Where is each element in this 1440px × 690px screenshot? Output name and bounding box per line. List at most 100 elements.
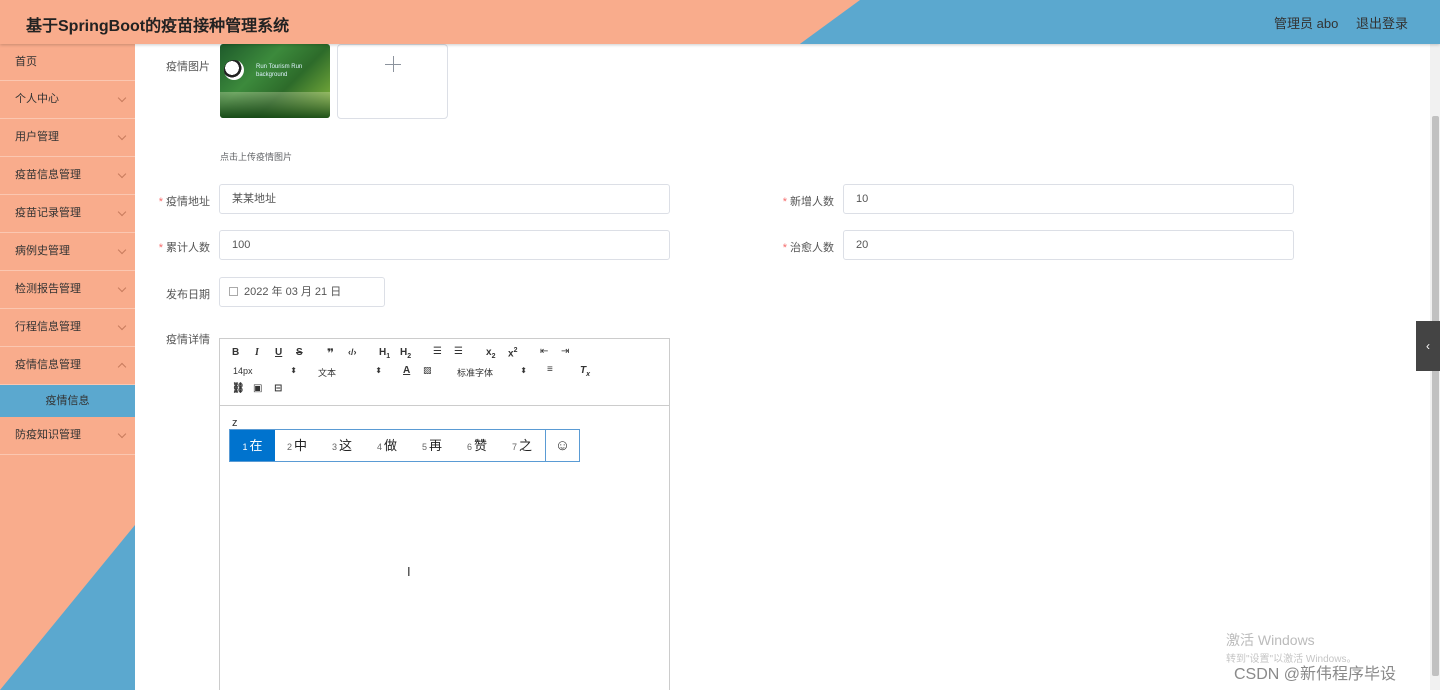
logout-link[interactable]: 退出登录 xyxy=(1356,16,1408,31)
sidebar-item-label: 行程信息管理 xyxy=(15,321,81,333)
sidebar-item-vaccine-info[interactable]: 疫苗信息管理 xyxy=(0,157,135,195)
bullet-list-icon[interactable]: ☰ xyxy=(454,346,463,357)
windows-activation-title: 激活 Windows xyxy=(1226,632,1315,648)
address-input[interactable]: 某某地址 xyxy=(219,184,670,214)
ime-candidate[interactable]: 7之 xyxy=(512,430,532,461)
cured-count-input[interactable]: 20 xyxy=(843,230,1294,260)
sidebar-item-label: 疫苗记录管理 xyxy=(15,207,81,219)
sidebar-item-home[interactable]: 首页 xyxy=(0,44,135,81)
required-asterisk: * xyxy=(158,242,163,254)
sidebar-item-trip-info[interactable]: 行程信息管理 xyxy=(0,309,135,347)
sidebar-subitem-epidemic[interactable]: 疫情信息 xyxy=(0,385,135,417)
video-icon[interactable]: ⊟ xyxy=(274,383,282,394)
link-icon[interactable]: ⛓ xyxy=(232,383,245,394)
upload-tip: 点击上传疫情图片 xyxy=(220,152,293,162)
heading2-icon[interactable]: H2 xyxy=(400,347,411,360)
chevron-down-icon xyxy=(117,321,127,331)
paragraph-select[interactable]: 文本 ⬍ xyxy=(318,366,382,379)
outdent-icon[interactable]: ⇤ xyxy=(540,346,548,357)
total-count-label: * 累计人数 xyxy=(150,239,210,255)
image-upload-button[interactable] xyxy=(337,44,448,119)
ime-candidate-char: 中 xyxy=(294,438,308,453)
italic-icon[interactable]: I xyxy=(255,347,259,358)
align-icon[interactable]: ≡ xyxy=(547,364,553,375)
ime-candidate[interactable]: 4做 xyxy=(377,430,397,461)
chevron-up-icon xyxy=(117,362,127,372)
chevron-left-icon: ‹ xyxy=(1426,339,1430,353)
image-icon[interactable]: ▣ xyxy=(253,383,262,394)
font-size-value: 14px xyxy=(233,366,253,376)
ime-candidate-char: 赞 xyxy=(474,438,488,453)
sidebar-item-case-history[interactable]: 病例史管理 xyxy=(0,233,135,271)
heading1-icon[interactable]: H1 xyxy=(379,347,390,360)
sidebar-item-test-report[interactable]: 检测报告管理 xyxy=(0,271,135,309)
detail-label: 疫情详情 xyxy=(166,334,210,346)
soccer-ball-graphic xyxy=(224,60,244,80)
select-arrow-icon: ⬍ xyxy=(520,366,527,375)
ime-candidate[interactable]: 5再 xyxy=(422,430,442,461)
clear-format-icon[interactable]: Tx xyxy=(580,365,590,378)
sidebar-item-vaccine-record[interactable]: 疫苗记录管理 xyxy=(0,195,135,233)
select-arrow-icon: ⬍ xyxy=(375,366,382,375)
cured-count-label-text: 治愈人数 xyxy=(790,242,834,254)
chevron-down-icon xyxy=(117,169,127,179)
blockquote-icon[interactable]: ❞ xyxy=(327,346,334,360)
background-color-icon[interactable]: ▨ xyxy=(423,365,432,376)
sidebar-item-personal-center[interactable]: 个人中心 xyxy=(0,81,135,119)
code-block-icon[interactable]: ‹/› xyxy=(348,347,357,357)
ime-candidate-number: 3 xyxy=(332,442,338,452)
paragraph-value: 文本 xyxy=(318,368,337,378)
sidebar-item-label: 疫苗信息管理 xyxy=(15,169,81,181)
font-size-select[interactable]: 14px ⬍ xyxy=(233,366,297,376)
ime-candidate-bar: 1在 2中 3这 4做 5再 6赞 7之 ☺ xyxy=(229,429,580,462)
ime-candidate-char: 再 xyxy=(429,438,443,453)
sidebar-item-label: 检测报告管理 xyxy=(15,283,81,295)
font-color-icon[interactable]: A xyxy=(403,365,410,376)
required-asterisk: * xyxy=(158,196,163,208)
total-count-input[interactable]: 100 xyxy=(219,230,670,260)
typed-text: z xyxy=(232,417,238,429)
subscript-icon[interactable]: x2 xyxy=(486,347,495,360)
address-label-text: 疫情地址 xyxy=(166,196,210,208)
ime-candidate[interactable]: 1在 xyxy=(230,430,275,461)
editor-toolbar: B I U S ❞ ‹/› H1 H2 ☰ ☰ x2 x2 ⇤ ⇥ 14px ⬍ … xyxy=(220,339,669,406)
ime-candidate[interactable]: 3这 xyxy=(332,430,352,461)
sidebar: 首页 个人中心 用户管理 疫苗信息管理 疫苗记录管理 病例史管理 检测报告管理 … xyxy=(0,44,135,690)
ime-candidate-char: 这 xyxy=(339,438,353,453)
ime-candidate-char: 在 xyxy=(249,438,263,453)
chevron-down-icon xyxy=(117,283,127,293)
sidebar-item-user-management[interactable]: 用户管理 xyxy=(0,119,135,157)
ime-candidate-number: 2 xyxy=(287,442,293,452)
chevron-down-icon xyxy=(117,429,127,439)
uploaded-image-thumbnail[interactable]: Run Tourism Run background xyxy=(220,44,330,118)
ime-candidate-number: 1 xyxy=(242,442,248,452)
sidebar-item-epidemic-info[interactable]: 疫情信息管理 xyxy=(0,347,135,385)
emoji-icon[interactable]: ☺ xyxy=(545,430,579,461)
indent-icon[interactable]: ⇥ xyxy=(561,346,569,357)
publish-date-picker[interactable]: 2022 年 03 月 21 日 xyxy=(219,277,385,307)
thumb-caption-2: background xyxy=(256,72,288,78)
ime-candidate-number: 5 xyxy=(422,442,428,452)
ordered-list-icon[interactable]: ☰ xyxy=(433,346,442,357)
chevron-down-icon xyxy=(117,131,127,141)
text-cursor-icon: I xyxy=(407,564,411,579)
font-family-select[interactable]: 标准字体 ⬍ xyxy=(457,366,527,379)
ime-candidate-number: 6 xyxy=(467,442,473,452)
sidebar-item-label: 防疫知识管理 xyxy=(15,429,81,441)
calendar-icon xyxy=(229,287,238,296)
header-user-area: 管理员 abo 退出登录 xyxy=(1260,13,1408,32)
superscript-icon[interactable]: x2 xyxy=(508,347,517,359)
ime-candidate-number: 7 xyxy=(512,442,518,452)
strikethrough-icon[interactable]: S xyxy=(296,347,303,358)
ime-candidate[interactable]: 2中 xyxy=(287,430,307,461)
sidebar-item-prevention-knowledge[interactable]: 防疫知识管理 xyxy=(0,417,135,455)
underline-icon[interactable]: U xyxy=(275,347,282,358)
bold-icon[interactable]: B xyxy=(232,347,239,358)
ime-candidate[interactable]: 6赞 xyxy=(467,430,487,461)
app-title: 基于SpringBoot的疫苗接种管理系统 xyxy=(26,18,290,35)
sidebar-item-label: 疫情信息管理 xyxy=(15,359,81,371)
new-count-input[interactable]: 10 xyxy=(843,184,1294,214)
scrollbar-thumb[interactable] xyxy=(1432,116,1439,676)
current-user-label[interactable]: 管理员 abo xyxy=(1274,16,1338,31)
collapse-panel-button[interactable]: ‹ xyxy=(1416,321,1440,371)
